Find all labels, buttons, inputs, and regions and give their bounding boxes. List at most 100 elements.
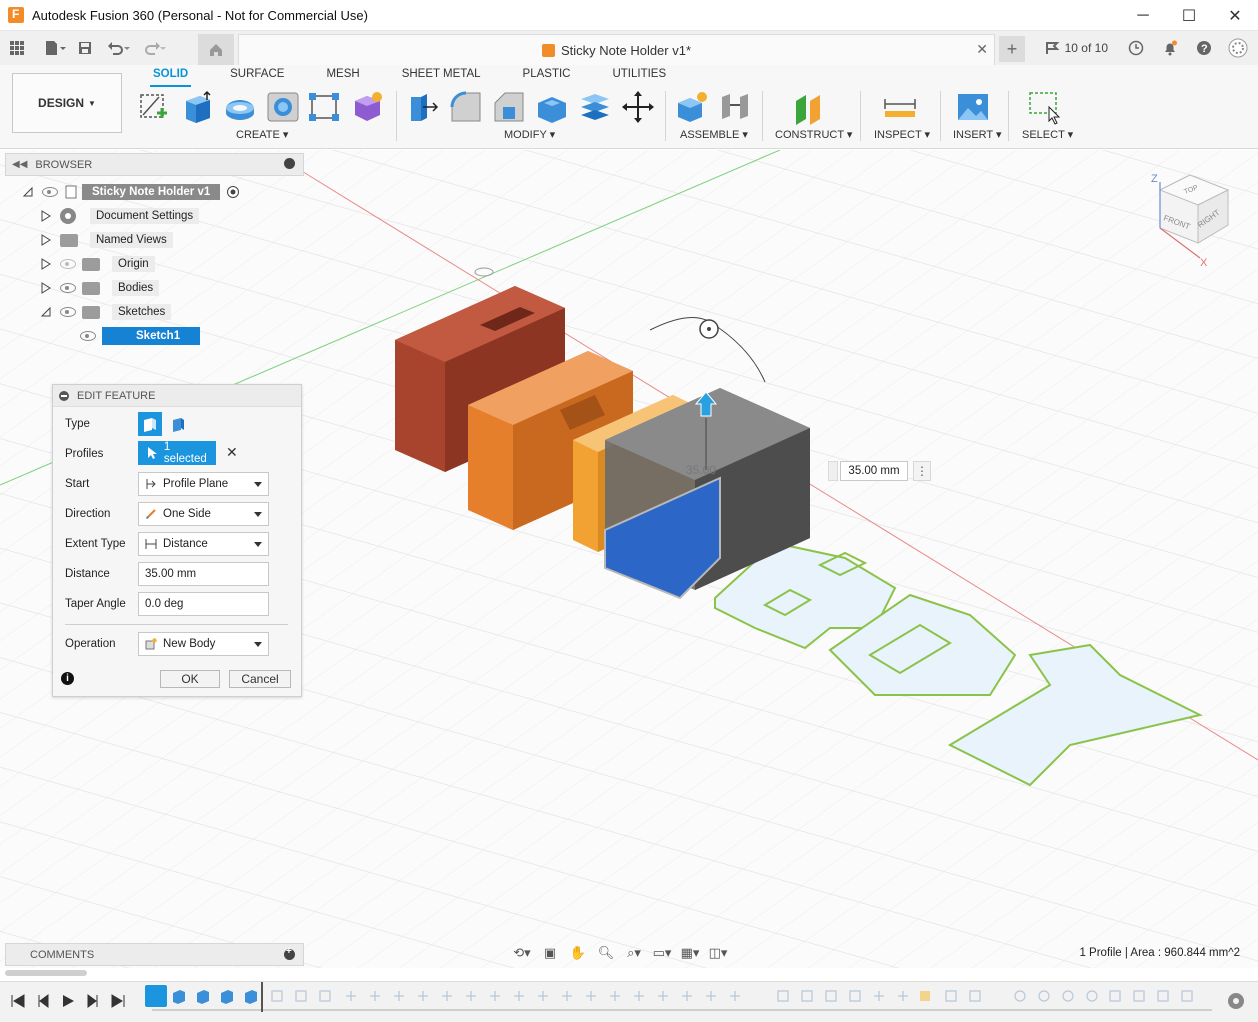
- revolve-icon[interactable]: [222, 89, 258, 125]
- browser-item-document-settings[interactable]: Document Settings: [40, 205, 200, 227]
- horizontal-scrollbar[interactable]: [5, 970, 87, 976]
- browser-item-sketches[interactable]: Sketches: [40, 301, 172, 323]
- solid-extrude-type-icon[interactable]: [138, 412, 162, 436]
- collapsed-triangle-icon[interactable]: [40, 234, 52, 246]
- extrude-icon[interactable]: [180, 89, 216, 125]
- help-icon[interactable]: ?: [1192, 36, 1216, 60]
- chamfer-icon[interactable]: [491, 89, 527, 125]
- maximize-button[interactable]: ☐: [1166, 0, 1212, 31]
- move-copy-icon[interactable]: [620, 89, 656, 125]
- timeline-track[interactable]: [152, 1009, 1212, 1011]
- dimension-grip-handle[interactable]: [828, 461, 838, 481]
- select-menu[interactable]: SELECT ▾: [1022, 128, 1073, 141]
- clear-selection-icon[interactable]: ✕: [226, 444, 238, 461]
- tab-mesh[interactable]: MESH: [305, 65, 380, 85]
- create-menu[interactable]: CREATE ▾: [236, 128, 288, 141]
- thin-extrude-type-icon[interactable]: [166, 412, 190, 436]
- tab-surface[interactable]: SURFACE: [209, 65, 305, 85]
- cancel-button[interactable]: Cancel: [229, 670, 291, 688]
- close-button[interactable]: ✕: [1212, 0, 1258, 31]
- minimize-button[interactable]: ─: [1120, 0, 1166, 31]
- user-avatar[interactable]: [1226, 36, 1250, 60]
- timeline-extrude-feature-icon[interactable]: [243, 988, 259, 1004]
- timeline-settings-gear-icon[interactable]: [1228, 993, 1244, 1009]
- operation-select[interactable]: New Body: [138, 632, 269, 656]
- display-settings-icon[interactable]: ▭▾: [650, 942, 674, 964]
- timeline-extrude-feature-icon[interactable]: [219, 988, 235, 1004]
- insert-menu[interactable]: INSERT ▾: [953, 128, 1002, 141]
- collapsed-triangle-icon[interactable]: [40, 210, 52, 222]
- joint-icon[interactable]: [717, 89, 753, 125]
- look-at-icon[interactable]: ▣: [538, 942, 562, 964]
- tab-solid[interactable]: SOLID: [132, 65, 209, 87]
- comments-panel-header[interactable]: COMMENTS: [5, 943, 304, 966]
- start-select[interactable]: Profile Plane: [138, 472, 269, 496]
- hole-icon[interactable]: [265, 89, 301, 125]
- visibility-eye-icon[interactable]: [60, 283, 76, 293]
- more-options-icon[interactable]: ⋮: [913, 461, 931, 481]
- job-status[interactable]: 10 of 10: [1045, 41, 1108, 55]
- insert-image-icon[interactable]: [955, 89, 991, 125]
- new-component-icon[interactable]: [674, 89, 710, 125]
- pan-hand-icon[interactable]: ✋: [566, 942, 590, 964]
- fillet-icon[interactable]: [448, 89, 484, 125]
- browser-root[interactable]: Sticky Note Holder v1: [22, 181, 240, 203]
- tab-close-icon[interactable]: ✕: [976, 41, 988, 58]
- expanded-triangle-icon[interactable]: [22, 186, 34, 198]
- go-to-start-icon[interactable]: [10, 993, 26, 1009]
- browser-item-named-views[interactable]: Named Views: [40, 229, 173, 251]
- tab-sheet-metal[interactable]: SHEET METAL: [381, 65, 502, 85]
- collapse-dialog-icon[interactable]: [59, 390, 69, 401]
- combine-icon[interactable]: [577, 89, 613, 125]
- zoom-icon[interactable]: 🔍︎: [594, 942, 618, 964]
- play-icon[interactable]: [60, 993, 76, 1009]
- press-pull-icon[interactable]: [405, 89, 441, 125]
- tab-plastic[interactable]: PLASTIC: [502, 65, 592, 85]
- measure-icon[interactable]: [882, 89, 918, 125]
- orbit-icon[interactable]: ⟲▾: [510, 942, 534, 964]
- distance-input[interactable]: 35.00 mm: [138, 562, 269, 586]
- assemble-menu[interactable]: ASSEMBLE ▾: [680, 128, 748, 141]
- workspace-switcher[interactable]: DESIGN ▼: [12, 73, 122, 133]
- browser-item-bodies[interactable]: Bodies: [40, 277, 160, 299]
- visibility-eye-icon[interactable]: [80, 331, 96, 341]
- undo-icon[interactable]: [106, 35, 132, 61]
- direction-select[interactable]: One Side: [138, 502, 269, 526]
- collapsed-triangle-icon[interactable]: [40, 282, 52, 294]
- visibility-eye-icon[interactable]: [60, 307, 76, 317]
- visibility-eye-icon[interactable]: [42, 187, 58, 197]
- ok-button[interactable]: OK: [160, 670, 220, 688]
- browser-panel-header[interactable]: ◀◀ BROWSER: [5, 153, 304, 176]
- create-sketch-icon[interactable]: [137, 89, 173, 125]
- timeline-suppressed-features[interactable]: [270, 988, 1210, 1004]
- timeline-sketch-feature-icon[interactable]: [145, 985, 167, 1007]
- document-tab[interactable]: Sticky Note Holder v1* ✕: [238, 34, 995, 65]
- timeline-extrude-feature-icon[interactable]: [195, 988, 211, 1004]
- shell-icon[interactable]: [534, 89, 570, 125]
- timeline-extrude-feature-icon[interactable]: [171, 988, 187, 1004]
- profiles-selection-button[interactable]: 1 selected: [138, 441, 216, 465]
- activate-radio-icon[interactable]: [226, 185, 240, 199]
- collapse-panel-icon[interactable]: ◀◀: [12, 159, 27, 170]
- create-form-icon[interactable]: [350, 89, 386, 125]
- info-icon[interactable]: i: [61, 672, 74, 685]
- add-comment-icon[interactable]: [284, 946, 295, 960]
- file-menu-icon[interactable]: [42, 35, 68, 61]
- dialog-header[interactable]: EDIT FEATURE: [53, 385, 301, 407]
- notification-bell-icon[interactable]: [1158, 36, 1182, 60]
- construct-menu[interactable]: CONSTRUCT ▾: [775, 128, 852, 141]
- browser-item-sketch1[interactable]: Sketch1: [80, 325, 201, 347]
- timeline-position-marker[interactable]: [261, 982, 263, 1012]
- step-back-icon[interactable]: [35, 993, 51, 1009]
- grid-settings-icon[interactable]: ▦▾: [678, 942, 702, 964]
- extent-type-select[interactable]: Distance: [138, 532, 269, 556]
- new-tab-button[interactable]: +: [999, 36, 1025, 62]
- pattern-icon[interactable]: [306, 89, 342, 125]
- expanded-triangle-icon[interactable]: [40, 306, 52, 318]
- offset-plane-icon[interactable]: [792, 89, 828, 125]
- hidden-eye-icon[interactable]: [60, 259, 76, 269]
- step-forward-icon[interactable]: [85, 993, 101, 1009]
- collapsed-triangle-icon[interactable]: [40, 258, 52, 270]
- home-tab-icon[interactable]: [198, 34, 234, 65]
- save-icon[interactable]: [72, 35, 98, 61]
